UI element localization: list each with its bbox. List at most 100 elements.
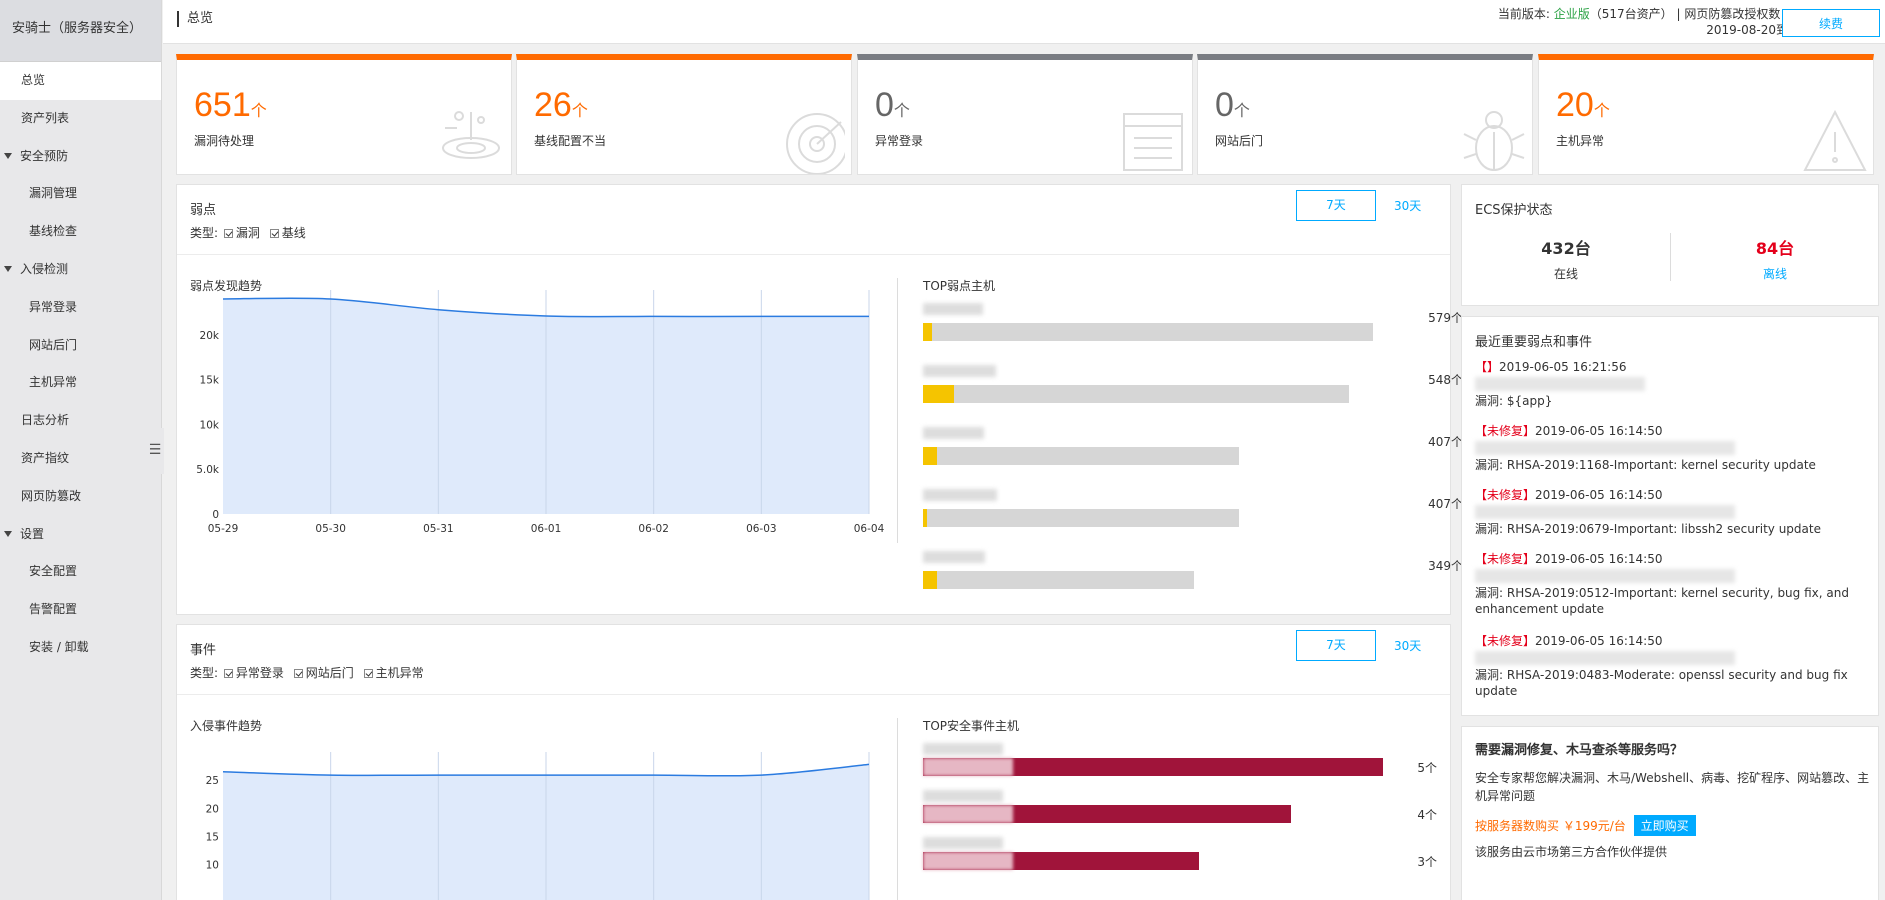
stat-label: 网站后门	[1215, 134, 1264, 148]
expiry-date: 2019-08-20到期	[1706, 23, 1800, 37]
stat-card-4[interactable]: 20个 主机异常	[1538, 54, 1874, 175]
host-name-redacted	[923, 489, 997, 501]
sidebar-item-label: 入侵检测	[20, 261, 69, 276]
sidebar-item-6[interactable]: 异常登录	[0, 289, 161, 327]
recent-event-item[interactable]: 【未修复】2019-06-05 16:14:50 漏洞: RHSA-2019:05…	[1475, 551, 1865, 617]
host-info-redacted	[1475, 651, 1735, 665]
offline-link[interactable]: 离线	[1670, 265, 1880, 282]
recent-event-item[interactable]: 【未修复】2019-06-05 16:14:50 漏洞: RHSA-2019:04…	[1475, 633, 1865, 699]
sidebar-item-9[interactable]: 日志分析	[0, 402, 161, 440]
page-title: 总览	[177, 11, 213, 27]
sidebar-item-label: 总览	[21, 73, 46, 87]
divider	[897, 278, 898, 543]
events-panel: 事件 类型: 异常登录 网站后门 主机异常 7天 30天 入侵事件趋势 TOP安…	[176, 624, 1451, 900]
host-count: 349个	[1428, 559, 1463, 573]
menu-icon[interactable]: ☰	[146, 428, 164, 474]
baseline-checkbox[interactable]	[269, 229, 279, 238]
event-trend-chart: 10 15 20 25	[206, 752, 870, 900]
top-event-host-row[interactable]: 5个	[923, 743, 1437, 787]
y-tick-label: 25	[206, 775, 219, 787]
top-weak-host-row[interactable]: 349个	[923, 551, 1463, 607]
sidebar-item-7[interactable]: 网站后门	[0, 327, 161, 365]
weakness-panel: 弱点 类型: 漏洞 基线 7天 30天 弱点发现趋势 TOP弱点主机 0 5.0k…	[176, 184, 1463, 615]
weakness-30day-button[interactable]: 30天	[1394, 197, 1434, 217]
bug-icon	[1458, 104, 1526, 174]
webshell-type-label: 网站后门	[305, 666, 354, 680]
top-event-hosts-list: 5个 4个 3个	[923, 743, 1437, 900]
top-weak-host-row[interactable]: 407个	[923, 427, 1463, 483]
webshell-checkbox[interactable]	[293, 669, 303, 678]
abnormal-login-checkbox[interactable]	[223, 669, 233, 678]
sidebar-item-label: 资产列表	[21, 110, 70, 125]
stat-card-2[interactable]: 0个 异常登录	[857, 54, 1193, 175]
host-abnormal-checkbox[interactable]	[363, 669, 373, 678]
recent-event-item[interactable]: 【未修复】2019-06-05 16:14:50 漏洞: RHSA-2019:06…	[1475, 487, 1865, 537]
x-tick-label: 05-31	[423, 523, 454, 535]
chevron-down-icon	[4, 531, 12, 538]
sidebar-item-1[interactable]: 资产列表	[0, 100, 161, 138]
event-status-tag: 【未修复】	[1475, 424, 1536, 438]
host-abnormal-type-label: 主机异常	[375, 666, 424, 680]
host-total-bar	[923, 323, 1373, 341]
stat-card-0[interactable]: 651个 漏洞待处理	[176, 54, 512, 175]
chevron-down-icon	[4, 153, 12, 160]
recent-event-item[interactable]: 【未修复】2019-06-05 16:14:50 漏洞: RHSA-2019:11…	[1475, 423, 1865, 473]
events-7day-button[interactable]: 7天	[1296, 630, 1376, 661]
top-event-host-row[interactable]: 3个	[923, 837, 1437, 881]
sidebar-item-8[interactable]: 主机异常	[0, 364, 161, 402]
weakness-7day-button[interactable]: 7天	[1296, 190, 1376, 221]
sidebar-item-5[interactable]: 入侵检测	[0, 251, 161, 289]
vuln-type-label: 漏洞	[235, 226, 260, 240]
stat-label: 漏洞待处理	[194, 134, 255, 148]
top-event-host-row[interactable]: 4个	[923, 790, 1437, 834]
event-description: 漏洞: RHSA-2019:0512-Important: kernel sec…	[1475, 586, 1849, 616]
header: 总览 当前版本: 企业版（517台资产） | 网页防篡改授权数：2 2019-0…	[163, 0, 1885, 44]
sidebar-item-13[interactable]: 安全配置	[0, 553, 161, 591]
top-weak-host-row[interactable]: 548个	[923, 365, 1463, 421]
stat-card-1[interactable]: 26个 基线配置不当	[516, 54, 852, 175]
chevron-down-icon	[4, 266, 12, 273]
sidebar-item-4[interactable]: 基线检查	[0, 213, 161, 251]
host-name-redacted	[923, 837, 1003, 849]
host-vuln-bar	[923, 571, 937, 589]
login-window-icon	[1118, 104, 1186, 174]
top-weak-hosts-list: 579个 548个 407个 407个 349个	[923, 303, 1463, 603]
sidebar-item-0[interactable]: 总览	[0, 62, 161, 100]
y-tick-label: 15k	[200, 375, 220, 387]
y-tick-label: 20k	[200, 330, 220, 342]
top-weak-host-row[interactable]: 407个	[923, 489, 1463, 545]
recent-event-item[interactable]: 【】2019-06-05 16:21:56 漏洞: ${app}	[1475, 359, 1865, 409]
events-title: 事件	[190, 643, 217, 658]
promo-price-row: 按服务器数购买 ￥199元/台 立即购买	[1475, 815, 1696, 836]
event-status-tag: 【未修复】	[1475, 634, 1536, 648]
sidebar-item-10[interactable]: 资产指纹	[0, 440, 161, 478]
x-tick-label: 05-30	[315, 523, 346, 535]
sidebar-item-label: 安全配置	[29, 564, 78, 579]
sidebar-item-2[interactable]: 安全预防	[0, 138, 161, 176]
host-info-redacted	[1475, 441, 1735, 455]
host-count: 548个	[1428, 373, 1463, 387]
sidebar-item-label: 基线检查	[29, 224, 78, 239]
host-count: 407个	[1428, 497, 1463, 511]
renew-button[interactable]: 续费	[1782, 9, 1880, 37]
ecs-status-panel: ECS保护状态 432台 在线 84台 离线	[1461, 184, 1879, 306]
sidebar: 安骑士（服务器安全） 总览 资产列表 安全预防 漏洞管理 基线检查 入侵检测 异常登录 网站后…	[0, 0, 162, 900]
x-tick-label: 06-04	[854, 523, 885, 535]
top-weak-host-row[interactable]: 579个	[923, 303, 1463, 359]
buy-now-button[interactable]: 立即购买	[1633, 815, 1696, 836]
weakness-title: 弱点	[190, 203, 217, 218]
sidebar-item-11[interactable]: 网页防篡改	[0, 478, 161, 516]
stat-value: 20个	[1556, 86, 1610, 124]
x-tick-label: 06-02	[638, 523, 669, 535]
sidebar-item-14[interactable]: 告警配置	[0, 591, 161, 629]
event-time: 2019-06-05 16:14:50	[1535, 552, 1663, 566]
events-30day-button[interactable]: 30天	[1394, 637, 1434, 657]
sidebar-item-15[interactable]: 安装 / 卸载	[0, 629, 161, 667]
y-tick-label: 20	[206, 803, 219, 815]
sidebar-item-3[interactable]: 漏洞管理	[0, 175, 161, 213]
stat-card-3[interactable]: 0个 网站后门	[1197, 54, 1533, 175]
host-total-bar	[923, 571, 1195, 589]
y-tick-label: 15	[206, 832, 219, 844]
sidebar-item-12[interactable]: 设置	[0, 516, 161, 554]
vuln-checkbox[interactable]	[223, 229, 233, 238]
